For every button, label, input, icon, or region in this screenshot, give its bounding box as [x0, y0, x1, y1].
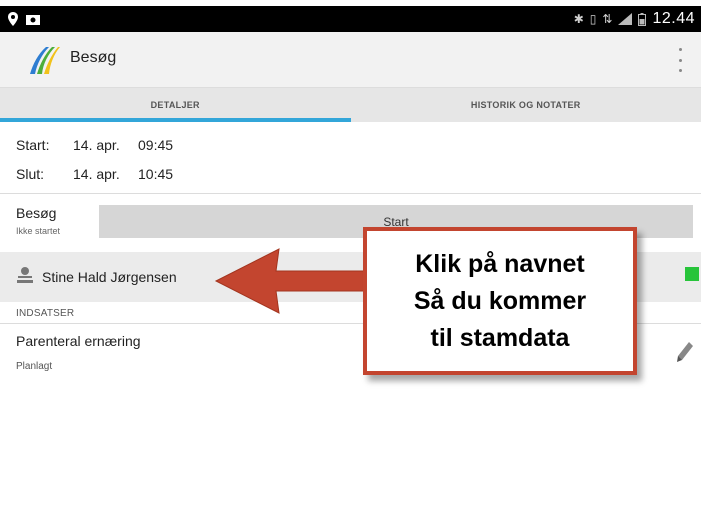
visit-status: Ikke startet	[16, 226, 61, 236]
callout-line: til stamdata	[430, 323, 570, 352]
end-row: Slut: 14. apr. 10:45	[16, 166, 173, 182]
image-icon	[26, 15, 40, 25]
start-row: Start: 14. apr. 09:45	[16, 137, 173, 153]
edit-pencil-icon[interactable]	[675, 340, 695, 364]
app-bar: Besøg	[0, 32, 701, 88]
4g-icon: ⇅	[602, 12, 613, 26]
status-bar: ✱ ▯ ⇅ 12.44	[0, 6, 701, 32]
visit-title: Besøg	[16, 205, 57, 221]
signal-icon	[618, 13, 633, 25]
app-title: Besøg	[70, 49, 117, 66]
status-bar-right: ✱ ▯ ⇅ 12.44	[574, 10, 695, 28]
start-time: 09:45	[138, 137, 174, 153]
tab-historik-og-notater[interactable]: HISTORIK OG NOTATER	[351, 88, 701, 122]
app-logo-icon	[30, 47, 60, 74]
battery-icon	[638, 12, 647, 26]
vibrate-icon: ▯	[589, 12, 597, 26]
person-icon	[17, 267, 33, 283]
callout-line: Så du kommer	[413, 286, 587, 315]
location-icon	[8, 12, 18, 26]
annotation-callout: Klik på navnet Så du kommer til stamdata	[363, 227, 637, 375]
bluetooth-icon: ✱	[573, 12, 584, 26]
tab-bar: DETALJER HISTORIK OG NOTATER	[0, 88, 701, 122]
overflow-menu-icon[interactable]	[675, 48, 685, 72]
tab-detaljer[interactable]: DETALJER	[0, 88, 351, 122]
start-date: 14. apr.	[73, 137, 120, 153]
end-time: 10:45	[138, 166, 174, 182]
patient-status-indicator	[685, 267, 699, 281]
interventions-header: INDSATSER	[16, 308, 75, 319]
intervention-status: Planlagt	[16, 361, 53, 372]
callout-line: Klik på navnet	[415, 249, 585, 278]
divider	[0, 193, 701, 194]
status-time: 12.44	[652, 10, 695, 27]
end-date: 14. apr.	[73, 166, 120, 182]
intervention-title[interactable]: Parenteral ernæring	[16, 333, 141, 349]
start-label: Start:	[16, 137, 50, 153]
status-bar-left	[8, 12, 40, 26]
patient-name[interactable]: Stine Hald Jørgensen	[42, 269, 177, 285]
end-label: Slut:	[16, 166, 45, 182]
